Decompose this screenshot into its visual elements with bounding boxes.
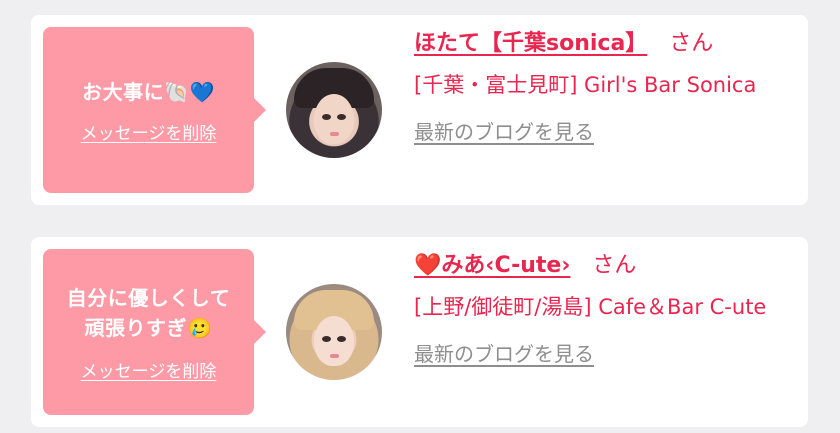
sender-name-line: ❤️みあ‹C-ute› さん [414, 251, 794, 281]
honorific: さん [669, 31, 714, 56]
message-card: 自分に優しくして 頑張りすぎ🥲 メッセージを削除 ❤️みあ‹C-ute› さん [… [31, 237, 808, 427]
delete-message-link[interactable]: メッセージを削除 [81, 357, 217, 382]
message-bubble: 自分に優しくして 頑張りすぎ🥲 メッセージを削除 [43, 249, 266, 415]
latest-blog-link[interactable]: 最新のブログを見る [414, 116, 594, 145]
message-bubble: お大事に🐚💙 メッセージを削除 [43, 27, 266, 193]
shop-info: [上野/御徒町/湯島] Cafe＆Bar C-ute [414, 295, 767, 319]
delete-message-link[interactable]: メッセージを削除 [81, 119, 217, 144]
honorific: さん [592, 253, 637, 278]
shop-info: [千葉・富士見町] Girl's Bar Sonica [414, 73, 757, 97]
message-text: 自分に優しくして 頑張りすぎ🥲 [66, 285, 231, 340]
sender-name-line: ほたて【千葉sonica】 さん [414, 29, 794, 59]
sender-info: ほたて【千葉sonica】 さん [千葉・富士見町] Girl's Bar Son… [414, 29, 794, 145]
message-card: お大事に🐚💙 メッセージを削除 ほたて【千葉sonica】 さん [千葉・富士見町… [31, 15, 808, 205]
sender-name-link[interactable]: ほたて【千葉sonica】 [414, 31, 647, 56]
avatar[interactable] [286, 62, 382, 158]
message-text: お大事に🐚💙 [82, 79, 215, 104]
latest-blog-link[interactable]: 最新のブログを見る [414, 338, 594, 367]
sender-info: ❤️みあ‹C-ute› さん [上野/御徒町/湯島] Cafe＆Bar C-ute… [414, 251, 794, 367]
sender-name-link[interactable]: ❤️みあ‹C-ute› [414, 253, 570, 278]
avatar[interactable] [286, 284, 382, 380]
